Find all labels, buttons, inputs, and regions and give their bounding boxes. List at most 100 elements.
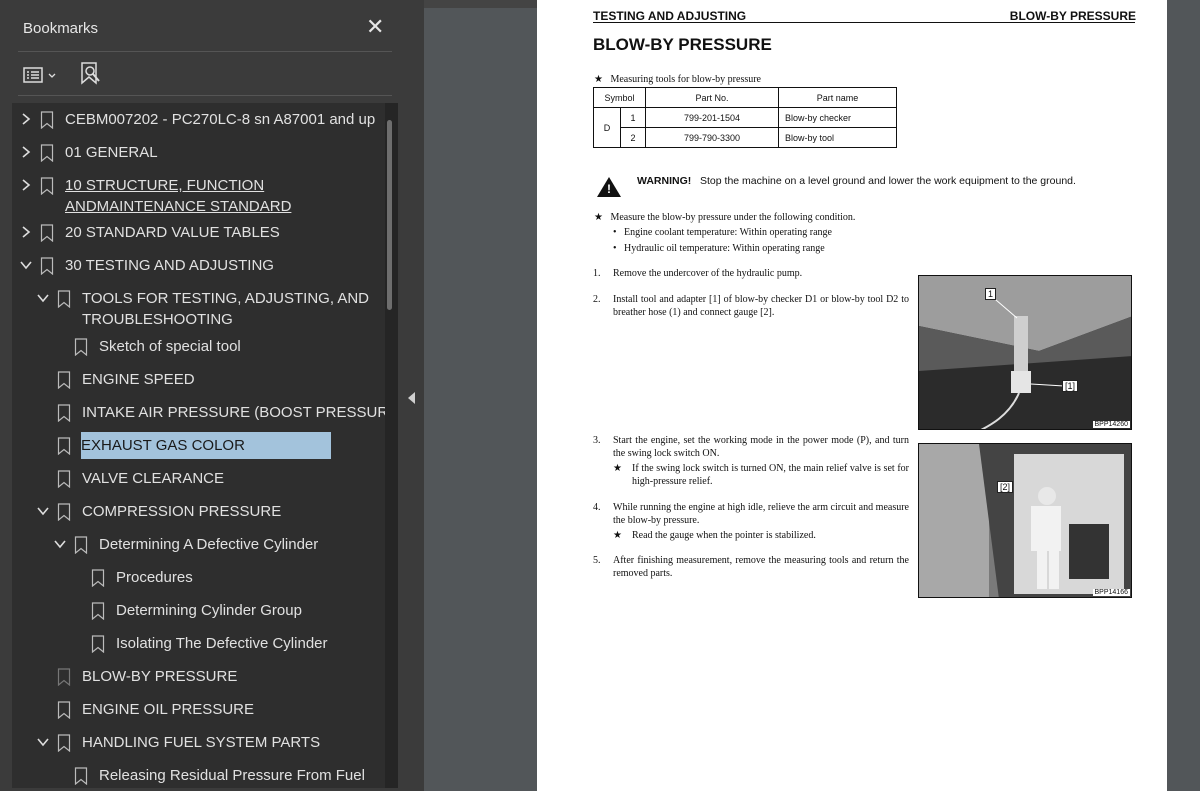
bookmark-label: INTAKE AIR PRESSURE (BOOST PRESSURE) [82,404,398,421]
note-star: ★ [613,530,622,541]
bookmark-item[interactable]: ENGINE OIL PRESSURE [12,699,384,720]
bookmark-icon [57,734,71,752]
bookmark-label: 01 GENERAL [65,144,158,161]
bookmark-item[interactable]: HANDLING FUEL SYSTEM PARTS [12,732,384,753]
photo-breather-hose-image [919,276,1131,429]
table-header: Symbol [593,87,646,108]
panel-title: Bookmarks [23,20,99,37]
bookmark-item[interactable]: Determining Cylinder Group [12,600,384,621]
document-page: TESTING AND ADJUSTING BLOW-BY PRESSURE B… [537,0,1167,791]
bookmark-item[interactable]: 30 TESTING AND ADJUSTING [12,255,384,276]
bookmark-icon [74,767,88,785]
step-text: While running the engine at high idle, r… [613,502,909,526]
callout-label: [2] [997,481,1014,493]
bookmark-icon [91,602,105,620]
bookmark-item[interactable]: INTAKE AIR PRESSURE (BOOST PRESSURE) [12,402,398,423]
step-text: Start the engine, set the working mode i… [613,435,909,459]
chevron-down-icon[interactable] [37,736,49,748]
bookmark-icon [40,224,54,242]
table-cell: D [593,107,621,148]
close-icon[interactable]: ✕ [366,16,384,38]
photo-cab-gauge: [2] BPP14166 [918,443,1132,598]
scrollbar-thumb[interactable] [387,120,392,310]
bookmark-item[interactable]: EXHAUST GAS COLOR [12,432,384,459]
note-text: Read the gauge when the pointer is stabi… [632,530,816,541]
bookmark-item[interactable]: 01 GENERAL [12,142,384,163]
header-left: TESTING AND ADJUSTING [593,9,747,23]
callout-label: 1 [985,288,997,300]
table-cell: 1 [620,107,646,128]
chevron-right-icon[interactable] [20,146,32,158]
bookmark-label: Isolating The Defective Cylinder [116,635,328,652]
bookmark-item[interactable]: BLOW-BY PRESSURE [12,666,384,687]
warning-text: Stop the machine on a level ground and l… [700,175,1076,187]
bookmark-label: Sketch of special tool [99,338,241,355]
bookmark-icon [74,536,88,554]
bookmark-item[interactable]: TOOLS FOR TESTING, ADJUSTING, AND TROUBLE… [12,288,384,330]
chevron-down-icon[interactable] [54,538,66,550]
bookmark-icon [40,177,54,195]
bookmark-label: HANDLING FUEL SYSTEM PARTS [82,734,321,751]
bookmark-label-line2: ANDMAINTENANCE STANDARD [65,198,292,215]
condition-text: Hydraulic oil temperature: Within operat… [624,243,825,254]
step-num: 1. [593,268,601,279]
bookmark-label: VALVE CLEARANCE [82,470,224,487]
bookmark-icon [91,635,105,653]
find-bookmark-icon[interactable] [79,61,103,87]
table-header: Part No. [645,87,779,108]
chevron-down-icon[interactable] [37,505,49,517]
bookmark-label: CEBM007202 - PC270LC-8 sn A87001 and up [65,111,376,128]
table-cell: Blow-by tool [778,127,897,148]
bookmark-item[interactable]: 10 STRUCTURE, FUNCTION ANDMAINTENANCE STA… [12,175,384,217]
bookmark-label: Determining A Defective Cylinder [99,536,319,553]
step-text: After finishing measurement, remove the … [613,555,909,579]
chevron-down-icon[interactable] [37,292,49,304]
bookmark-item[interactable]: CEBM007202 - PC270LC-8 sn A87001 and up [12,109,384,130]
bookmark-item[interactable]: COMPRESSION PRESSURE [12,501,384,522]
note-star: ★ [613,463,622,474]
bookmark-item[interactable]: ENGINE SPEED [12,369,384,390]
warning-icon-mark: ! [607,182,611,196]
bookmark-label: ENGINE SPEED [82,371,195,388]
list-options-icon[interactable] [22,65,60,85]
callout-label: [1] [1062,380,1079,392]
condition-text: Engine coolant temperature: Within opera… [624,227,832,238]
photo-breather-hose: 1 [1] BPP14260 [918,275,1132,430]
step-num: 4. [593,502,601,513]
table-cell: 799-201-1504 [645,107,779,128]
bookmark-item[interactable]: Isolating The Defective Cylinder [12,633,384,654]
bookmark-item[interactable]: 20 STANDARD VALUE TABLES [12,222,384,243]
bookmark-label: 30 TESTING AND ADJUSTING [65,257,274,274]
divider [18,95,392,96]
warning-label: WARNING! [637,175,692,187]
bookmark-label: Procedures [116,569,193,586]
bookmark-label: BLOW-BY PRESSURE [82,668,238,685]
table-cell: 799-790-3300 [645,127,779,148]
bookmark-item[interactable]: Determining A Defective Cylinder [12,534,384,555]
bookmark-item[interactable]: Procedures [12,567,384,588]
chevron-right-icon[interactable] [20,226,32,238]
bookmark-icon [57,371,71,389]
bookmark-item[interactable]: Releasing Residual Pressure From Fuel [12,765,384,786]
condition-item: • Hydraulic oil temperature: Within oper… [613,243,825,254]
bookmark-item[interactable]: VALVE CLEARANCE [12,468,384,489]
step-text: Remove the undercover of the hydraulic p… [613,268,803,279]
divider [18,51,392,52]
step-num: 5. [593,555,601,566]
bookmark-icon [57,290,71,308]
table-cell: Blow-by checker [778,107,897,128]
bookmark-label: TOOLS FOR TESTING, ADJUSTING, AND [82,290,369,307]
viewer-background [424,0,537,791]
bookmark-icon [74,338,88,356]
condition-intro-text: Measure the blow-by pressure under the f… [610,212,856,223]
chevron-right-icon[interactable] [20,179,32,191]
bookmark-label: ENGINE OIL PRESSURE [82,701,254,718]
tools-intro: ★ Measuring tools for blow-by pressure [594,74,761,85]
bookmark-icon [57,668,71,686]
photo-cab-gauge-image [919,444,1131,597]
bookmark-icon [57,503,71,521]
chevron-right-icon[interactable] [20,113,32,125]
chevron-down-icon[interactable] [20,259,32,271]
bookmark-item[interactable]: Sketch of special tool [12,336,384,357]
collapse-panel-icon[interactable] [408,392,415,404]
